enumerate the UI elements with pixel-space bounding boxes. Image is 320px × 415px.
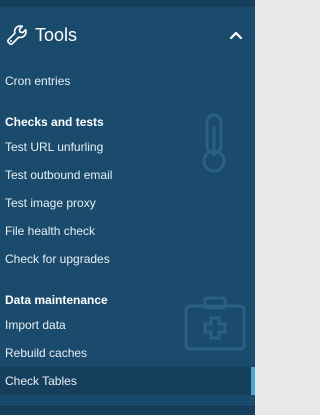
- menu-item-check-tables[interactable]: Check Tables: [0, 367, 255, 395]
- group-heading-checks-and-tests: Checks and tests: [5, 115, 104, 129]
- sidebar-bottom-divider: [0, 406, 255, 415]
- menu-item-label: Cron entries: [5, 74, 71, 88]
- menu-item-label: Test image proxy: [5, 196, 96, 210]
- menu-item-test-outbound-email[interactable]: Test outbound email: [0, 161, 255, 189]
- menu-item-label: Check for upgrades: [5, 252, 110, 266]
- menu-item-test-image-proxy[interactable]: Test image proxy: [0, 189, 255, 217]
- menu-item-check-for-upgrades[interactable]: Check for upgrades: [0, 245, 255, 273]
- active-indicator: [251, 367, 255, 395]
- menu-item-file-health-check[interactable]: File health check: [0, 217, 255, 245]
- section-title: Tools: [35, 25, 78, 45]
- menu-item-test-url-unfurling[interactable]: Test URL unfurling: [0, 133, 255, 161]
- sidebar-top-divider: [0, 0, 255, 6]
- menu-item-label: Rebuild caches: [5, 346, 88, 360]
- wrench-icon: [7, 25, 27, 45]
- menu-item-label: Import data: [5, 318, 66, 332]
- sidebar-panel: Tools Cron entries Checks and tests Test…: [0, 0, 255, 415]
- menu-item-label: Test URL unfurling: [5, 140, 104, 154]
- tools-section-header[interactable]: Tools: [0, 14, 255, 56]
- chevron-up-icon[interactable]: [229, 28, 243, 42]
- menu-item-import-data[interactable]: Import data: [0, 311, 255, 339]
- menu-item-cron-entries[interactable]: Cron entries: [0, 67, 255, 95]
- menu-item-rebuild-caches[interactable]: Rebuild caches: [0, 339, 255, 367]
- menu-item-label: Check Tables: [5, 374, 77, 388]
- menu-item-label: File health check: [5, 224, 96, 238]
- group-heading-data-maintenance: Data maintenance: [5, 293, 108, 307]
- menu-item-label: Test outbound email: [5, 168, 113, 182]
